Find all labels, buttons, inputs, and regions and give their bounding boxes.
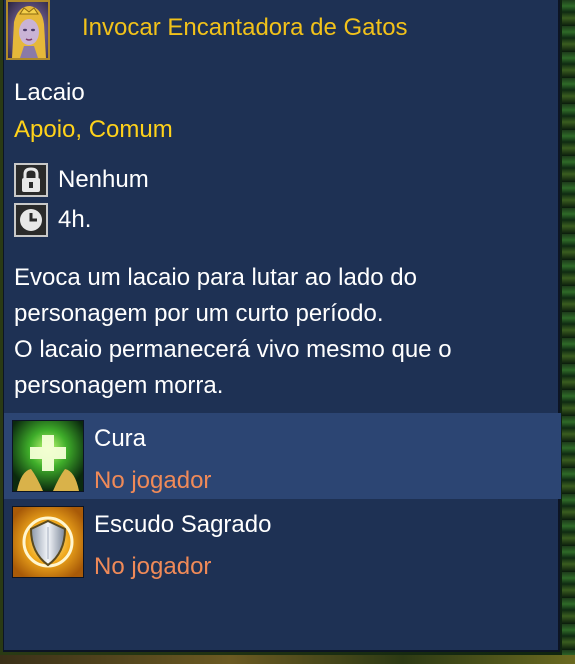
description-line: O lacaio permanecerá vivo mesmo que o xyxy=(14,336,452,363)
description-line: Evoca um lacaio para lutar ao lado do xyxy=(14,264,417,291)
description-line: personagem morra. xyxy=(14,372,224,399)
ability-name: Escudo Sagrado xyxy=(94,511,272,538)
tooltip-description: Evoca um lacaio para lutar ao lado do pe… xyxy=(14,260,554,404)
ability-name: Cura xyxy=(94,425,147,452)
healing-hands-icon xyxy=(12,420,84,492)
tooltip-title: Invocar Encantadora de Gatos xyxy=(82,14,408,41)
ability-target: No jogador xyxy=(94,467,212,494)
clock-icon xyxy=(14,203,48,237)
game-scene-edge xyxy=(562,0,575,664)
holy-shield-icon xyxy=(12,506,84,578)
unit-tags-label: Apoio, Comum xyxy=(14,116,173,143)
ability-target: No jogador xyxy=(94,553,212,580)
unit-type-label: Lacaio xyxy=(14,79,85,106)
description-line: personagem por um curto período. xyxy=(14,300,384,327)
tooltip-panel: Invocar Encantadora de Gatos Lacaio Apoi… xyxy=(3,0,561,652)
ability-row-escudo-sagrado[interactable]: Escudo Sagrado No jogador xyxy=(4,500,561,586)
tooltip-header: Invocar Encantadora de Gatos xyxy=(4,0,561,60)
lock-icon xyxy=(14,163,48,197)
game-scene-bottom-edge xyxy=(0,655,575,664)
duration-value: 4h. xyxy=(58,206,92,233)
ability-row-cura[interactable]: Cura No jogador xyxy=(4,413,561,499)
enchantress-portrait-icon xyxy=(6,0,50,60)
requirement-value: Nenhum xyxy=(58,166,149,193)
